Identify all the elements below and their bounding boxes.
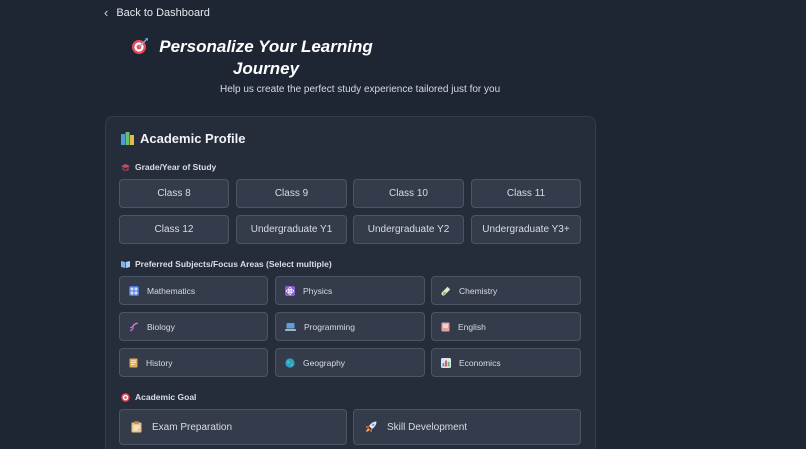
grade-option-class-8[interactable]: Class 8 (119, 179, 229, 208)
books-icon (121, 132, 134, 145)
bar-chart-icon (441, 357, 451, 368)
subject-option-economics[interactable]: Economics (431, 348, 581, 377)
chevron-left-icon: ‹ (104, 5, 109, 20)
dna-icon (129, 321, 139, 332)
subject-option-biology[interactable]: Biology (119, 312, 268, 341)
target-icon (130, 36, 150, 56)
grade-option-class-12[interactable]: Class 12 (119, 215, 229, 244)
goal-option-skill-development[interactable]: Skill Development (353, 409, 581, 445)
hero: Personalize Your Learning Journey (130, 36, 380, 80)
grade-option-class-9[interactable]: Class 9 (236, 179, 347, 208)
back-link-label: Back to Dashboard (116, 6, 210, 19)
grade-option-class-10[interactable]: Class 10 (353, 179, 464, 208)
numbers-icon (129, 285, 139, 296)
laptop-icon (285, 322, 296, 332)
subject-option-chemistry[interactable]: Chemistry (431, 276, 581, 305)
page-subtitle: Help us create the perfect study experie… (220, 84, 501, 95)
atom-icon (285, 285, 295, 296)
graduation-cap-icon (121, 163, 130, 172)
grade-section-label: Grade/Year of Study (121, 162, 216, 172)
subject-option-programming[interactable]: Programming (275, 312, 425, 341)
grade-option-undergraduate-y2[interactable]: Undergraduate Y2 (353, 215, 464, 244)
subject-option-geography[interactable]: Geography (275, 348, 425, 377)
goal-section-label: Academic Goal (121, 392, 196, 402)
book-icon (441, 322, 450, 332)
subjects-section-label: Preferred Subjects/Focus Areas (Select m… (121, 259, 332, 269)
scroll-icon (129, 358, 138, 368)
globe-icon (285, 357, 295, 368)
subject-option-physics[interactable]: Physics (275, 276, 425, 305)
subject-option-english[interactable]: English (431, 312, 581, 341)
test-tube-icon (441, 286, 451, 296)
target-icon (121, 392, 130, 402)
clipboard-icon (131, 421, 142, 433)
grade-option-undergraduate-y1[interactable]: Undergraduate Y1 (236, 215, 347, 244)
subject-option-mathematics[interactable]: Mathematics (119, 276, 268, 305)
page-title: Personalize Your Learning Journey (130, 36, 380, 80)
grade-option-undergraduate-y3-plus[interactable]: Undergraduate Y3+ (471, 215, 581, 244)
academic-profile-card: Academic Profile Grade/Year of Study Cla… (105, 116, 596, 449)
subject-option-history[interactable]: History (119, 348, 268, 377)
rocket-icon (365, 421, 377, 433)
open-book-icon (121, 260, 130, 268)
back-to-dashboard-link[interactable]: ‹ Back to Dashboard (104, 6, 210, 19)
grade-option-class-11[interactable]: Class 11 (471, 179, 581, 208)
goal-option-exam-preparation[interactable]: Exam Preparation (119, 409, 347, 445)
card-title: Academic Profile (121, 131, 246, 146)
personalize-page: ‹ Back to Dashboard Personalize Your Lea… (0, 0, 806, 449)
